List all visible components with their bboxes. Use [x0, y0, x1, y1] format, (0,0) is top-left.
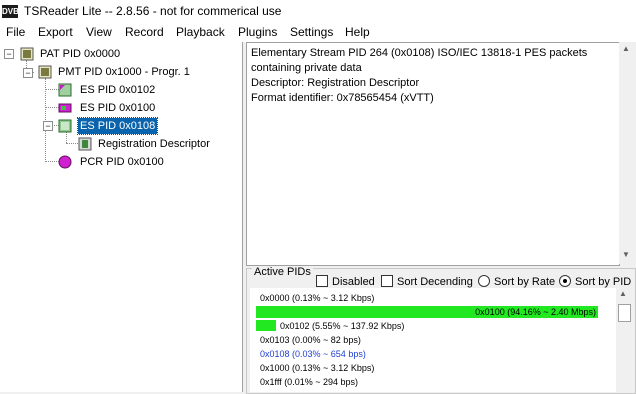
sort-descending-label: Sort Decending	[397, 276, 473, 288]
title-bar: DVB TSReader Lite -- 2.8.56 - not for co…	[0, 0, 636, 24]
collapse-toggle[interactable]: −	[4, 49, 14, 59]
tree-label: PMT PID 0x1000 - Progr. 1	[58, 66, 190, 78]
detail-line: Descriptor: Registration Descriptor	[251, 77, 420, 89]
clock-icon	[58, 155, 72, 169]
tree-line	[45, 78, 46, 162]
stream-icon	[58, 83, 72, 97]
radio-icon	[478, 275, 490, 287]
pid-row: 0x0100 (94.16% ~ 2.40 Mbps)	[475, 307, 596, 317]
tree-label: PCR PID 0x0100	[80, 156, 164, 168]
collapse-toggle[interactable]: −	[43, 121, 53, 131]
menu-record[interactable]: Record	[125, 25, 164, 39]
tree-line	[45, 161, 59, 162]
sort-descending-checkbox[interactable]: Sort Decending	[381, 275, 473, 288]
active-pids-list[interactable]: 0x0000 (0.13% ~ 3.12 Kbps) 0x0100 (94.16…	[250, 288, 616, 392]
details-panel[interactable]: Elementary Stream PID 264 (0x0108) ISO/I…	[246, 42, 620, 266]
pid-list-scrollbar[interactable]: ▲	[617, 288, 632, 392]
checkbox-icon	[381, 275, 393, 287]
pid-row[interactable]: 0x0000 (0.13% ~ 3.12 Kbps)	[260, 292, 374, 304]
checkbox-icon	[316, 275, 328, 287]
table-icon	[38, 65, 52, 79]
scroll-up-icon[interactable]: ▲	[622, 44, 630, 53]
menu-view[interactable]: View	[86, 25, 112, 39]
menu-bar: File Export View Record Playback Plugins…	[0, 24, 636, 42]
menu-help[interactable]: Help	[345, 25, 370, 39]
radio-selected-icon	[559, 275, 571, 287]
disabled-checkbox[interactable]: Disabled	[316, 275, 375, 288]
pid-rate-bar[interactable]: 0x0100 (94.16% ~ 2.40 Mbps)	[256, 306, 598, 318]
scroll-thumb[interactable]	[618, 304, 631, 322]
scroll-down-icon[interactable]: ▼	[622, 250, 630, 259]
details-scrollbar[interactable]: ▲ ▼	[619, 42, 635, 264]
sort-by-pid-radio[interactable]: Sort by PID	[559, 275, 631, 288]
pid-row[interactable]: 0x0103 (0.00% ~ 82 bps)	[260, 334, 361, 346]
tree-label: PAT PID 0x0000	[40, 48, 121, 60]
tree-label: ES PID 0x0100	[80, 102, 156, 114]
tree-label: Registration Descriptor	[98, 138, 210, 150]
sort-by-rate-radio[interactable]: Sort by Rate	[478, 275, 555, 288]
menu-settings[interactable]: Settings	[290, 25, 333, 39]
tree-line	[66, 143, 78, 144]
tree-line	[66, 132, 67, 143]
active-pids-legend: Active PIDs	[252, 266, 313, 278]
video-stream-icon	[58, 103, 72, 113]
data-stream-icon	[58, 119, 72, 133]
pid-tree[interactable]: − PAT PID 0x0000 − PMT PID 0x1000 - Prog…	[0, 42, 243, 392]
tree-line	[45, 107, 59, 108]
table-icon	[20, 47, 34, 61]
sort-by-rate-label: Sort by Rate	[494, 276, 556, 288]
menu-playback[interactable]: Playback	[176, 25, 225, 39]
detail-line: containing private data	[251, 62, 362, 74]
detail-line: Format identifier: 0x78565454 (xVTT)	[251, 92, 434, 104]
pid-row-highlighted[interactable]: 0x0108 (0.03% ~ 654 bps)	[260, 348, 366, 360]
tree-label-selected: ES PID 0x0108	[76, 117, 159, 135]
descriptor-icon	[78, 137, 92, 151]
scroll-up-icon[interactable]: ▲	[619, 289, 627, 298]
pid-row[interactable]: 0x1fff (0.01% ~ 294 bps)	[260, 376, 358, 388]
menu-file[interactable]: File	[6, 25, 25, 39]
pid-row[interactable]: 0x1000 (0.13% ~ 3.12 Kbps)	[260, 362, 374, 374]
menu-plugins[interactable]: Plugins	[238, 25, 277, 39]
pid-rate-bar[interactable]	[256, 320, 276, 331]
window-title: TSReader Lite -- 2.8.56 - not for commer…	[24, 4, 282, 18]
disabled-label: Disabled	[332, 276, 375, 288]
sort-by-pid-label: Sort by PID	[575, 276, 632, 288]
collapse-toggle[interactable]: −	[23, 68, 33, 78]
tree-line	[45, 89, 59, 90]
tree-label: ES PID 0x0102	[80, 84, 156, 96]
menu-export[interactable]: Export	[38, 25, 73, 39]
detail-line: Elementary Stream PID 264 (0x0108) ISO/I…	[251, 47, 588, 59]
app-icon: DVB	[2, 5, 19, 18]
pid-row[interactable]: 0x0102 (5.55% ~ 137.92 Kbps)	[280, 320, 404, 332]
